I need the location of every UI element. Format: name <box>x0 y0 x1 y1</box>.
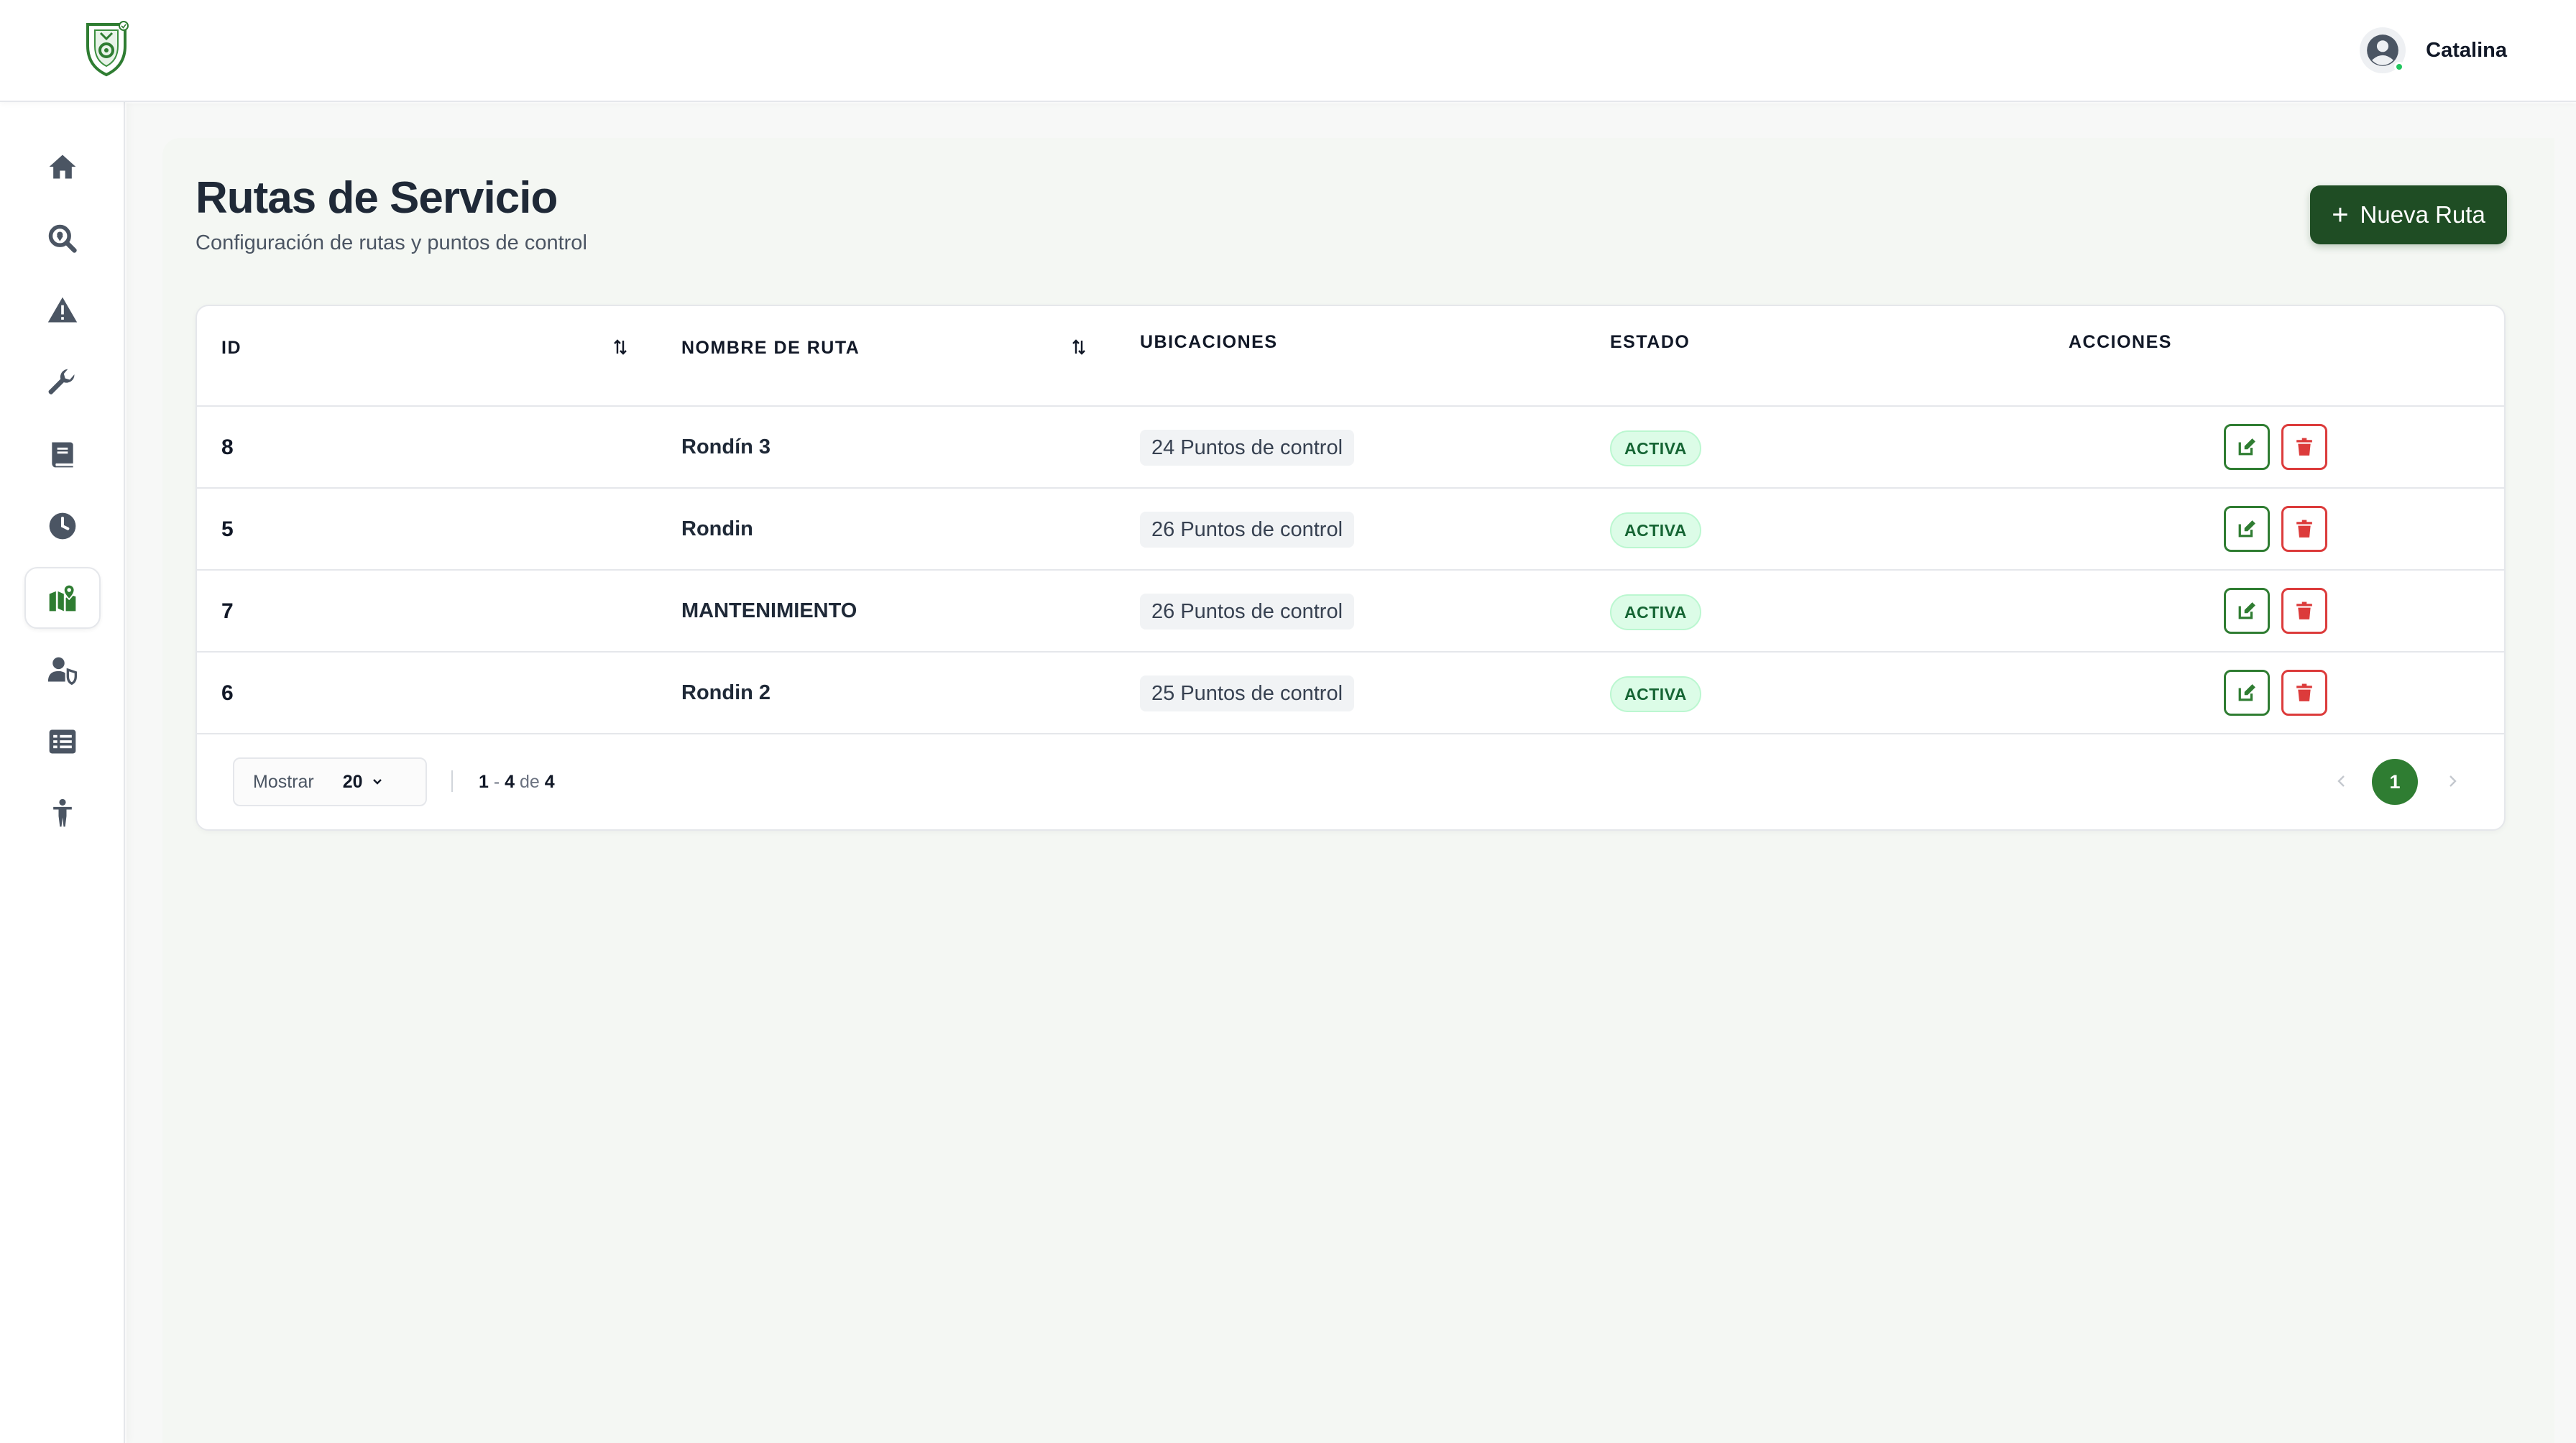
edit-button[interactable] <box>2224 588 2270 634</box>
sidebar <box>0 102 125 1443</box>
user-name: Catalina <box>2426 38 2507 62</box>
edit-icon <box>2238 602 2255 619</box>
online-status-dot <box>2394 62 2405 72</box>
new-route-button[interactable]: + Nueva Ruta <box>2310 185 2507 244</box>
person-icon <box>53 798 72 827</box>
locations-chip: 26 Puntos de control <box>1140 594 1355 630</box>
map-marked-icon <box>49 584 76 612</box>
column-header-status: ESTADO <box>1610 332 1690 352</box>
range-total: 4 <box>544 772 555 792</box>
edit-button[interactable] <box>2224 424 2270 470</box>
page-subtitle: Configuración de rutas y puntos de contr… <box>196 231 587 254</box>
route-id: 7 <box>221 599 234 623</box>
route-name: Rondin <box>681 517 753 540</box>
sidebar-item-search-location[interactable] <box>24 208 101 269</box>
status-badge: ACTIVA <box>1610 512 1701 548</box>
locations-chip: 25 Puntos de control <box>1140 676 1355 711</box>
delete-button[interactable] <box>2281 506 2327 552</box>
range-start: 1 <box>479 772 489 792</box>
divider <box>451 770 453 792</box>
plus-icon: + <box>2332 199 2349 231</box>
new-route-button-label: Nueva Ruta <box>2360 201 2485 228</box>
book-icon <box>52 442 73 468</box>
sidebar-item-alerts[interactable] <box>24 280 101 341</box>
edit-button[interactable] <box>2224 670 2270 716</box>
clock-icon <box>49 512 76 540</box>
sidebar-item-home[interactable] <box>24 136 101 198</box>
route-name: Rondín 3 <box>681 435 771 458</box>
table-footer: Mostrar 20 1 - 4 de 4 1 <box>197 734 2504 831</box>
edit-button[interactable] <box>2224 506 2270 552</box>
sort-icon[interactable] <box>1071 338 1087 356</box>
route-name: MANTENIMIENTO <box>681 599 857 622</box>
range-of-label: de <box>515 772 545 792</box>
range-end: 4 <box>505 772 515 792</box>
wrench-icon <box>48 369 75 395</box>
table-row: 6 Rondin 2 25 Puntos de control ACTIVA <box>197 653 2504 734</box>
sidebar-item-logbook[interactable] <box>24 423 101 485</box>
user-circle-icon <box>2367 34 2399 66</box>
trash-icon <box>2296 520 2312 538</box>
edit-icon <box>2238 684 2255 701</box>
page-title: Rutas de Servicio <box>196 173 558 223</box>
delete-button[interactable] <box>2281 588 2327 634</box>
search-location-icon <box>48 224 77 253</box>
route-name: Rondin 2 <box>681 681 771 704</box>
column-header-actions: ACCIONES <box>2069 332 2172 352</box>
home-icon <box>49 155 76 179</box>
sidebar-item-routes[interactable] <box>24 567 101 629</box>
chevron-left-icon[interactable] <box>2333 772 2350 790</box>
column-header-id[interactable]: ID <box>221 338 242 359</box>
pagination-range: 1 - 4 de 4 <box>479 772 555 793</box>
user-shield-icon <box>47 657 77 686</box>
sidebar-item-maintenance[interactable] <box>24 351 101 413</box>
chevron-down-icon <box>372 779 382 785</box>
list-icon <box>49 729 76 754</box>
delete-button[interactable] <box>2281 424 2327 470</box>
top-bar: Catalina <box>0 0 2576 102</box>
routes-table: ID NOMBRE DE RUTA UBICACIONES ESTADO ACC… <box>196 305 2506 831</box>
chevron-right-icon[interactable] <box>2444 772 2461 790</box>
route-id: 8 <box>221 435 234 459</box>
trash-icon <box>2296 601 2312 619</box>
status-badge: ACTIVA <box>1610 676 1701 712</box>
range-separator: - <box>488 772 505 792</box>
table-row: 7 MANTENIMIENTO 26 Puntos de control ACT… <box>197 571 2504 653</box>
page-size-label: Mostrar <box>253 771 314 792</box>
column-header-locations: UBICACIONES <box>1140 332 1278 352</box>
sidebar-item-users[interactable] <box>24 639 101 701</box>
page-button-current[interactable]: 1 <box>2372 759 2418 805</box>
delete-button[interactable] <box>2281 670 2327 716</box>
table-header: ID NOMBRE DE RUTA UBICACIONES ESTADO ACC… <box>197 306 2504 407</box>
status-badge: ACTIVA <box>1610 594 1701 630</box>
avatar[interactable] <box>2360 27 2406 73</box>
user-menu[interactable]: Catalina <box>2360 27 2507 73</box>
sidebar-item-reports[interactable] <box>24 711 101 773</box>
trash-icon <box>2296 683 2312 701</box>
table-row: 5 Rondin 26 Puntos de control ACTIVA <box>197 489 2504 571</box>
locations-chip: 24 Puntos de control <box>1140 430 1355 466</box>
locations-chip: 26 Puntos de control <box>1140 512 1355 548</box>
route-id: 6 <box>221 681 234 705</box>
sort-icon[interactable] <box>612 338 628 356</box>
edit-icon <box>2238 520 2255 538</box>
edit-icon <box>2238 438 2255 456</box>
trash-icon <box>2296 438 2312 456</box>
sidebar-item-history[interactable] <box>24 495 101 557</box>
route-id: 5 <box>221 517 234 541</box>
page-size-value: 20 <box>342 771 363 792</box>
page-size-select[interactable]: Mostrar 20 <box>233 757 427 806</box>
warning-icon <box>47 297 78 323</box>
status-badge: ACTIVA <box>1610 430 1701 466</box>
sidebar-item-guards[interactable] <box>24 783 101 844</box>
column-header-name[interactable]: NOMBRE DE RUTA <box>681 338 860 359</box>
table-row: 8 Rondín 3 24 Puntos de control ACTIVA <box>197 407 2504 489</box>
app-logo[interactable] <box>79 17 134 78</box>
